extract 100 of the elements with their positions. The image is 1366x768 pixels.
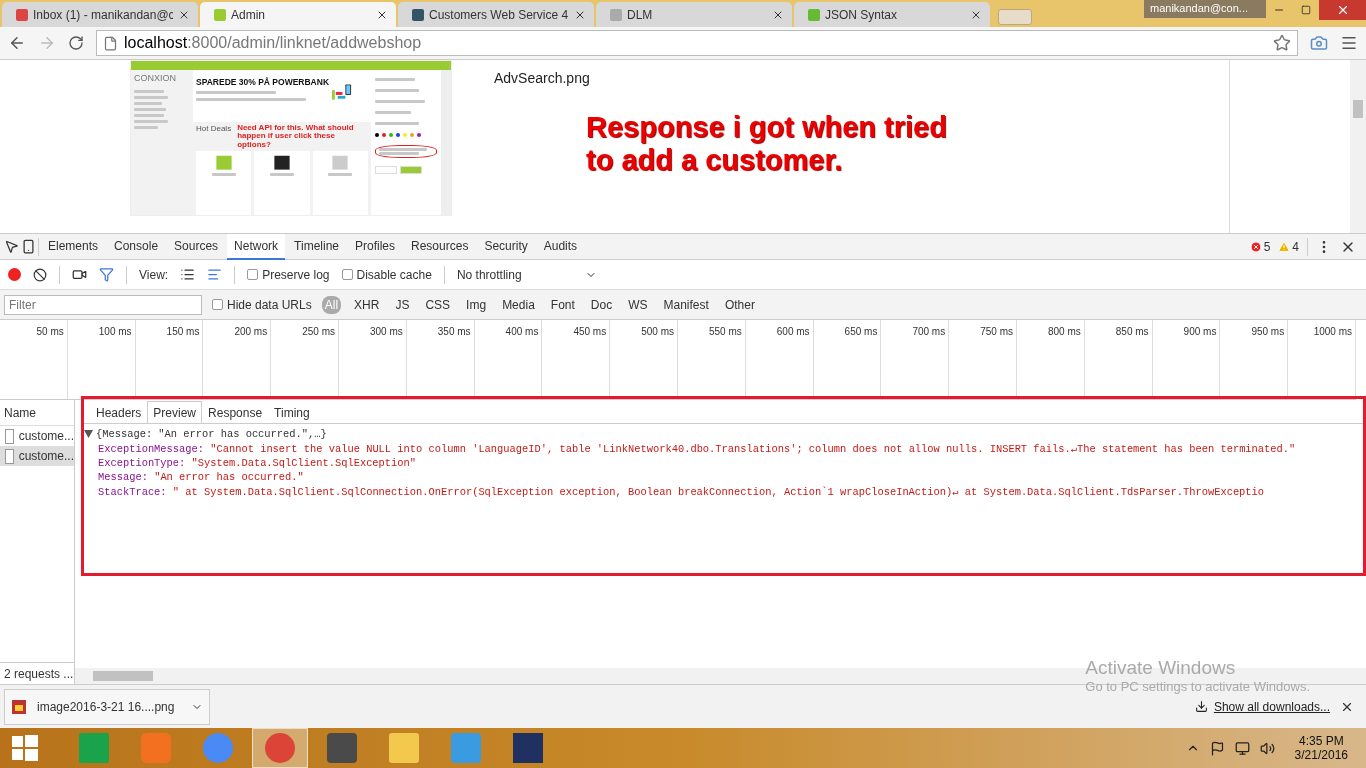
time-tick: 650 ms	[813, 320, 882, 399]
type-filter[interactable]: Media	[499, 295, 538, 314]
profile-button[interactable]: manikandan@con...	[1144, 0, 1266, 18]
device-icon[interactable]	[21, 239, 36, 254]
camera-icon[interactable]	[72, 267, 87, 282]
brand-logo: CONXION	[134, 73, 177, 83]
type-filter[interactable]: Doc	[587, 295, 616, 314]
time-tick: 550 ms	[678, 320, 746, 399]
bookmark-icon[interactable]	[1273, 34, 1291, 52]
annotation-note: Need API for this. What should happen if user click these options?	[237, 124, 355, 150]
detail-tab[interactable]: Headers	[90, 401, 148, 423]
time-tick: 400 ms	[474, 320, 543, 399]
property-key: ExceptionType:	[98, 457, 186, 469]
type-filter[interactable]: Font	[547, 295, 578, 314]
property-value: "Cannot insert the value NULL into column 'LanguageID', table 'LinkNetwork40.dbo.Translations'; column does not allow nulls. INSERT fails.↵The statement has been terminated."	[210, 442, 1296, 455]
blurred-text	[134, 114, 164, 117]
devtools-tab[interactable]: Security	[477, 233, 535, 260]
detail-tab[interactable]: Preview	[147, 401, 203, 423]
address-field[interactable]: localhost:8000/admin/linknet/addwebshop	[96, 30, 1298, 56]
clock[interactable]: 4:35 PM 3/21/2016	[1284, 734, 1358, 762]
detail-tab[interactable]: Response	[202, 401, 269, 423]
request-row[interactable]: custome...	[0, 446, 74, 466]
property-key: ExceptionMessage:	[98, 442, 204, 455]
preserve-log-checkbox[interactable]: Preserve log	[247, 267, 330, 282]
download-item[interactable]: image2016-3-21 16....png	[4, 688, 210, 725]
blurred-text	[134, 96, 168, 99]
list-view-icon[interactable]	[180, 267, 196, 282]
time-tick: 800 ms	[1017, 320, 1085, 399]
type-filter[interactable]: Other	[721, 295, 758, 314]
record-icon[interactable]	[8, 268, 21, 281]
blurred-text	[134, 108, 166, 111]
blurred-text	[134, 90, 164, 93]
blurred-text	[328, 173, 353, 177]
scrollbar[interactable]	[1350, 60, 1366, 233]
banner-title: SPAREDE 30% PÅ POWERBANK	[196, 77, 330, 87]
flag-icon[interactable]	[1209, 740, 1225, 756]
time-tick: 50 ms	[0, 320, 68, 399]
time-tick: 200 ms	[203, 320, 272, 399]
devtools-tab[interactable]: Resources	[404, 233, 476, 260]
hide-data-urls-checkbox[interactable]: Hide data URLs	[212, 297, 312, 312]
filter-field[interactable]: Filter	[4, 294, 202, 315]
show-all-downloads-link[interactable]: Show all downloads...	[1194, 699, 1330, 714]
devtools-tab[interactable]: Sources	[167, 233, 226, 260]
browser-tab[interactable]: JSON Syntax	[794, 2, 990, 27]
type-filter[interactable]: JS	[392, 295, 413, 314]
browser-tab[interactable]: Admin	[200, 2, 396, 27]
section-title: Hot Deals	[196, 124, 232, 133]
page-icon	[103, 35, 118, 51]
volume-icon[interactable]	[1259, 740, 1275, 756]
time-tick: 500 ms	[610, 320, 678, 399]
devtools-tab[interactable]: Profiles	[348, 233, 403, 260]
windows-start-icon[interactable]	[12, 735, 38, 761]
property-key: StackTrace:	[98, 485, 167, 498]
blurred-text	[134, 126, 158, 129]
time-tick: 450 ms	[542, 320, 611, 399]
clear-icon[interactable]	[33, 267, 47, 282]
filter-icon[interactable]	[99, 267, 114, 282]
maximize-icon	[1300, 5, 1311, 15]
devtools-tab[interactable]: Audits	[536, 233, 585, 260]
file-name: AdvSearch.png	[494, 70, 591, 86]
error-icon	[1249, 240, 1262, 253]
devtools-tab[interactable]: Elements	[41, 233, 106, 260]
devtools-tab[interactable]: Console	[107, 233, 166, 260]
back-icon[interactable]	[8, 34, 26, 52]
devtools-tab[interactable]: Timeline	[287, 233, 346, 260]
type-filter[interactable]: Manifest	[660, 295, 712, 314]
favicon-icon	[412, 8, 424, 21]
throttling-select[interactable]: No throttling	[456, 267, 597, 282]
detail-tab[interactable]: Timing	[268, 401, 316, 423]
blurred-text	[375, 78, 415, 81]
time-tick: 250 ms	[271, 320, 339, 399]
time-tick: 750 ms	[949, 320, 1017, 399]
type-filter[interactable]: XHR	[351, 295, 383, 314]
watermark-title: Activate Windows	[1085, 657, 1237, 679]
type-filter[interactable]: CSS	[422, 295, 454, 314]
image-file-icon	[11, 698, 27, 715]
browser-tab[interactable]: DLM	[596, 2, 792, 27]
time-tick: 700 ms	[881, 320, 950, 399]
browser-tab[interactable]: Customers Web Service 4	[398, 2, 594, 27]
time-tick: 350 ms	[406, 320, 475, 399]
blurred-text	[375, 111, 411, 114]
blurred-text	[375, 100, 425, 103]
waterfall-icon[interactable]	[207, 267, 223, 282]
blurred-text	[134, 120, 168, 123]
menu-icon[interactable]	[1340, 34, 1358, 52]
blurred-text	[375, 89, 419, 92]
download-icon	[1194, 700, 1208, 713]
network-icon[interactable]	[1234, 740, 1250, 756]
annotation-text: Response i got when tried to add a customer.	[585, 111, 948, 178]
property-value: "System.Data.SqlClient.SqlException"	[191, 457, 417, 469]
type-filter[interactable]: Img	[463, 295, 490, 314]
disable-cache-checkbox[interactable]: Disable cache	[341, 267, 432, 282]
preview-summary[interactable]: {Message: "An error has occurred.",…}	[84, 428, 1363, 440]
type-filter[interactable]: WS	[625, 295, 651, 314]
time-tick: 900 ms	[1152, 320, 1221, 399]
blurred-text	[134, 102, 162, 105]
taskbar-app[interactable]	[252, 728, 308, 768]
inspect-icon[interactable]	[4, 239, 19, 254]
devtools-tab[interactable]: Network	[227, 233, 286, 260]
reload-icon[interactable]	[68, 35, 84, 51]
